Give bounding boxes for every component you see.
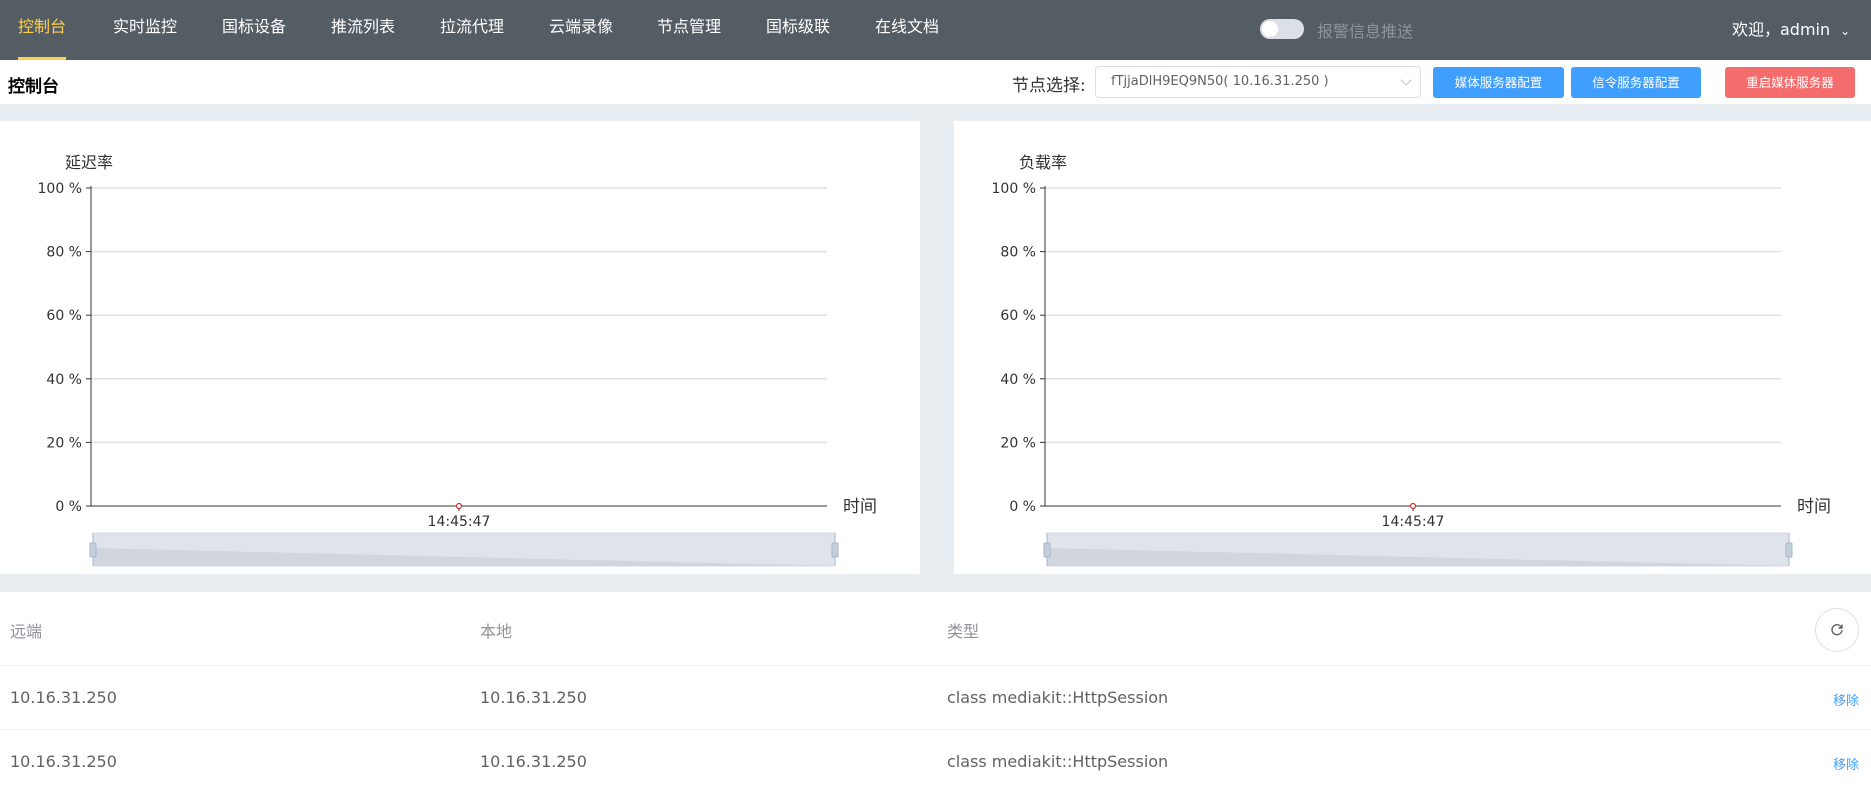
y-tick-label: 20 %: [46, 435, 82, 451]
chart-title: 延迟率: [65, 153, 113, 172]
y-tick-label: 60 %: [1000, 308, 1036, 324]
chevron-down-icon: ⌄: [1840, 24, 1851, 38]
refresh-button[interactable]: [1815, 608, 1859, 652]
top-navbar: 控制台 实时监控 国标设备 推流列表 拉流代理 云端录像 节点管理 国标级联 在…: [0, 0, 1871, 60]
data-point: [455, 502, 463, 510]
x-tick-label: 14:45:47: [428, 514, 491, 530]
cell-remote: 10.16.31.250: [10, 688, 117, 707]
column-header-remote: 远端: [10, 622, 43, 641]
y-tick-label: 100 %: [992, 181, 1036, 197]
cell-type: class mediakit::HttpSession: [947, 752, 1169, 771]
alarm-push-label: 报警信息推送: [1317, 22, 1414, 41]
x-axis-label: 时间: [843, 497, 877, 517]
page-header: 控制台 节点选择: fTjjaDlH9EQ9N50( 10.16.31.250 …: [0, 60, 1871, 104]
zoom-handle-right: [831, 542, 839, 558]
alarm-push-switch[interactable]: [1260, 19, 1304, 39]
latency-chart: 延迟率 0 % 20 % 40 % 60 % 80 % 100 % 时间 14:45:47: [38, 153, 877, 567]
nav-item-gb-devices[interactable]: 国标设备: [222, 0, 286, 60]
remove-link[interactable]: 移除: [1833, 754, 1859, 773]
cell-local: 10.16.31.250: [480, 752, 587, 771]
y-tick-label: 40 %: [1000, 372, 1036, 388]
y-tick-label: 20 %: [1000, 435, 1036, 451]
nav-item-node-manage[interactable]: 节点管理: [657, 0, 721, 60]
nav-item-push-list[interactable]: 推流列表: [331, 0, 395, 60]
load-chart-panel: 负载率 0 % 20 % 40 % 60 % 80 % 100 % 时间 14:45:47: [954, 121, 1871, 574]
chart-title: 负载率: [1019, 153, 1067, 172]
row-divider: [0, 729, 1871, 730]
y-tick-label: 100 %: [38, 181, 82, 197]
media-server-config-button[interactable]: 媒体服务器配置: [1433, 67, 1564, 98]
nav-item-pull-proxy[interactable]: 拉流代理: [440, 0, 504, 60]
restart-media-server-button[interactable]: 重启媒体服务器: [1725, 67, 1855, 98]
remove-link[interactable]: 移除: [1833, 690, 1859, 709]
session-table: 远端 本地 类型 10.16.31.250 10.16.31.250 class…: [0, 592, 1871, 789]
node-select-value: fTjjaDlH9EQ9N50( 10.16.31.250 ): [1111, 74, 1329, 89]
page-title: 控制台: [8, 77, 59, 97]
load-chart: 负载率 0 % 20 % 40 % 60 % 80 % 100 % 时间 14:45:47: [992, 153, 1831, 567]
cell-type: class mediakit::HttpSession: [947, 688, 1169, 707]
y-tick-label: 80 %: [1000, 245, 1036, 261]
data-point: [1409, 502, 1417, 510]
refresh-icon: [1831, 624, 1843, 636]
nav-item-gb-cascade[interactable]: 国标级联: [766, 0, 830, 60]
nav-item-online-docs[interactable]: 在线文档: [875, 0, 939, 60]
zoom-handle-right: [1785, 542, 1793, 558]
y-tick-label: 0 %: [55, 499, 82, 515]
cell-local: 10.16.31.250: [480, 688, 587, 707]
y-tick-label: 80 %: [46, 245, 82, 261]
zoom-handle-left: [1043, 542, 1051, 558]
user-menu[interactable]: 欢迎，admin ⌄: [1732, 16, 1850, 40]
y-tick-label: 60 %: [46, 308, 82, 324]
row-divider: [0, 665, 1871, 666]
column-header-type: 类型: [947, 622, 980, 641]
node-select-label: 节点选择:: [1012, 76, 1086, 96]
user-greeting: 欢迎，admin: [1732, 20, 1831, 39]
node-select[interactable]: fTjjaDlH9EQ9N50( 10.16.31.250 ): [1095, 66, 1421, 98]
nav-item-cloud-record[interactable]: 云端录像: [549, 0, 613, 60]
y-tick-label: 40 %: [46, 372, 82, 388]
x-tick-label: 14:45:47: [1382, 514, 1445, 530]
column-header-local: 本地: [480, 622, 513, 641]
x-axis-label: 时间: [1797, 497, 1831, 517]
switch-knob: [1262, 21, 1278, 37]
latency-chart-panel: 延迟率 0 % 20 % 40 % 60 % 80 % 100 % 时间 14:45:47: [0, 121, 920, 574]
nav-item-live-monitor[interactable]: 实时监控: [113, 0, 177, 60]
signal-server-config-button[interactable]: 信令服务器配置: [1571, 67, 1701, 98]
cell-remote: 10.16.31.250: [10, 752, 117, 771]
zoom-handle-left: [89, 542, 97, 558]
y-tick-label: 0 %: [1009, 499, 1036, 515]
chevron-down-icon: [1400, 74, 1412, 86]
nav-item-console[interactable]: 控制台: [18, 0, 67, 60]
